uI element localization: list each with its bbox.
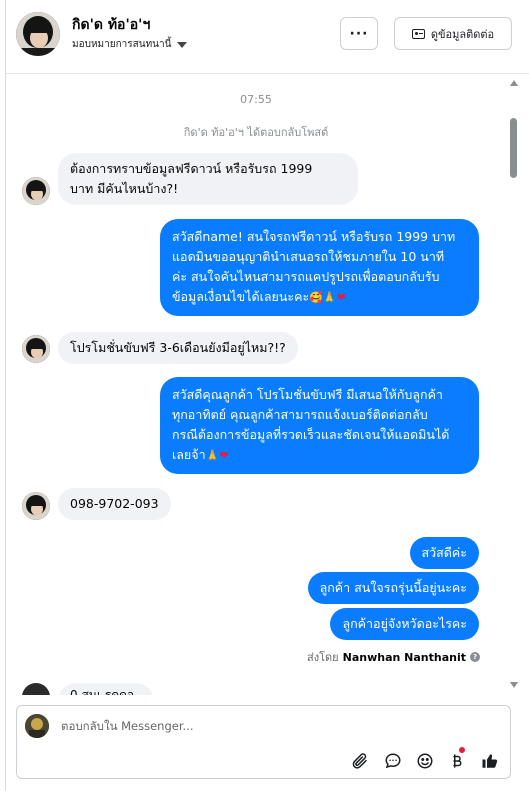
outgoing-message[interactable]: ลูกค้า สนใจรถรุ่นนี้อยู่นะคะ <box>307 572 479 604</box>
outgoing-message[interactable]: ลูกค้าอยู่จังหวัดอะไรคะ <box>330 608 479 640</box>
message-line: กรณีต้องการข้อมูลที่รวดเร็วและชัดเจนให้แ… <box>172 427 450 442</box>
message-line: โปรโมชั่นขับฟรี 3-6เดือนยังมีอยู่ไหม?!? <box>70 340 286 355</box>
page-avatar <box>25 714 49 738</box>
baht-icon[interactable] <box>446 747 468 772</box>
messenger-conversation-panel: กิด'ด ท้อ'อ'ฯ มอบหมายการสนทนานี้ ··· ดูข… <box>0 0 529 791</box>
post-reply-event: กิด'ด ท้อ'อ'ฯ ได้ตอบกลับโพสต์ <box>183 126 329 139</box>
reply-input[interactable] <box>61 716 441 736</box>
scroll-down-arrow-icon[interactable] <box>510 682 518 688</box>
sender-avatar[interactable] <box>22 492 50 520</box>
emoji-reaction: 🙏 <box>205 449 220 462</box>
sender-avatar-image <box>22 177 50 205</box>
sent-by-label: ส่งโดย <box>307 651 339 664</box>
chevron-down-icon <box>177 41 188 48</box>
message-line: ลูกค้า สนใจรถรุ่นนี้อยู่นะคะ <box>319 580 467 595</box>
outgoing-message[interactable]: สวัสดีคุณลูกค้า โปรโมชั่นขับฟรี มีเสนอให… <box>160 377 479 474</box>
sent-by-name: Nanwhan Nanthanit <box>342 650 466 664</box>
sender-avatar-image <box>22 335 50 363</box>
message-line: สวัสดีค่ะ <box>421 545 467 560</box>
message-line: 098-9702-093 <box>70 496 159 511</box>
heart-icon: ❤ <box>219 449 229 462</box>
info-icon[interactable]: ? <box>470 652 480 662</box>
sender-avatar-image <box>22 492 50 520</box>
message-line: สวัสดีname! สนใจรถฟรีดาวน์ หรือรับรถ 199… <box>172 229 456 244</box>
contact-card-icon <box>411 28 425 39</box>
message-line: บาท มีคันไหนบ้าง?! <box>70 181 179 196</box>
scroll-up-arrow-icon[interactable] <box>510 80 518 86</box>
paperclip-icon[interactable] <box>349 750 371 772</box>
contact-avatar-image <box>16 12 60 56</box>
message-line: แอดมินขออนุญาตินำเสนอรถให้ชมภายใน 10 นาท… <box>172 249 445 264</box>
incoming-message[interactable]: โปรโมชั่นขับฟรี 3-6เดือนยังมีอยู่ไหม?!? <box>58 332 298 364</box>
page-avatar-image <box>25 714 49 738</box>
view-contact-info-label: ดูข้อมูลติดต่อ <box>430 27 495 41</box>
emoji-reaction: 🥰🙏 <box>309 291 337 304</box>
assign-label: มอบหมายการสนทนานี้ <box>72 39 172 50</box>
thread-scrollbar[interactable] <box>508 74 520 694</box>
sender-avatar[interactable] <box>22 335 50 363</box>
view-contact-info-button[interactable]: ดูข้อมูลติดต่อ <box>394 17 512 50</box>
outgoing-message[interactable]: สวัสดีค่ะ <box>409 537 479 569</box>
thumbs-up-icon[interactable] <box>479 750 501 772</box>
conversation-header: กิด'ด ท้อ'อ'ฯ มอบหมายการสนทนานี้ ··· ดูข… <box>6 0 529 74</box>
sender-avatar[interactable] <box>22 683 50 695</box>
message-line: ทุกอาทิตย์ คุณลูกค้าสามารถแจ้งเบอร์ติดต่… <box>172 407 428 422</box>
heart-icon: ❤ <box>336 291 346 304</box>
contact-avatar[interactable] <box>16 12 60 56</box>
reply-composer <box>16 705 511 779</box>
emoji-icon[interactable] <box>414 750 436 772</box>
contact-name[interactable]: กิด'ด ท้อ'อ'ฯ <box>72 14 150 36</box>
message-line: 0 สนเ รูดดอ <box>70 688 135 695</box>
assign-conversation-dropdown[interactable]: มอบหมายการสนทนานี้ <box>72 37 188 52</box>
incoming-message[interactable]: 098-9702-093 <box>58 488 171 520</box>
sender-avatar[interactable] <box>22 177 50 205</box>
more-options-button[interactable]: ··· <box>340 17 378 50</box>
notification-dot <box>459 747 465 753</box>
comment-icon[interactable] <box>382 750 404 772</box>
message-timestamp: 07:55 <box>240 93 272 106</box>
message-thread[interactable]: 07:55 กิด'ด ท้อ'อ'ฯ ได้ตอบกลับโพสต์ ต้อง… <box>6 75 506 695</box>
message-line: สวัสดีคุณลูกค้า โปรโมชั่นขับฟรี มีเสนอให… <box>172 387 443 402</box>
message-line: ข้อมูลเงื่อนไขได้เลยนะคะ <box>172 289 310 304</box>
message-line: ต้องการทราบข้อมูลฟรีดาวน์ หรือรับรถ 1999 <box>70 161 313 176</box>
message-line: ค่ะ สนใจคันไหนสามารถแคปรูปรถเพื่อตอบกลับ… <box>172 269 440 284</box>
more-icon: ··· <box>349 25 369 42</box>
outgoing-message[interactable]: สวัสดีname! สนใจรถฟรีดาวน์ หรือรับรถ 199… <box>160 219 479 316</box>
sent-by-indicator: ส่งโดย Nanwhan Nanthanit ? <box>307 648 480 666</box>
message-line: ลูกค้าอยู่จังหวัดอะไรคะ <box>342 616 467 631</box>
incoming-message[interactable]: ต้องการทราบข้อมูลฟรีดาวน์ หรือรับรถ 1999… <box>58 153 358 205</box>
message-line: เลยจ้า <box>172 447 206 462</box>
scrollbar-thumb[interactable] <box>510 118 517 178</box>
